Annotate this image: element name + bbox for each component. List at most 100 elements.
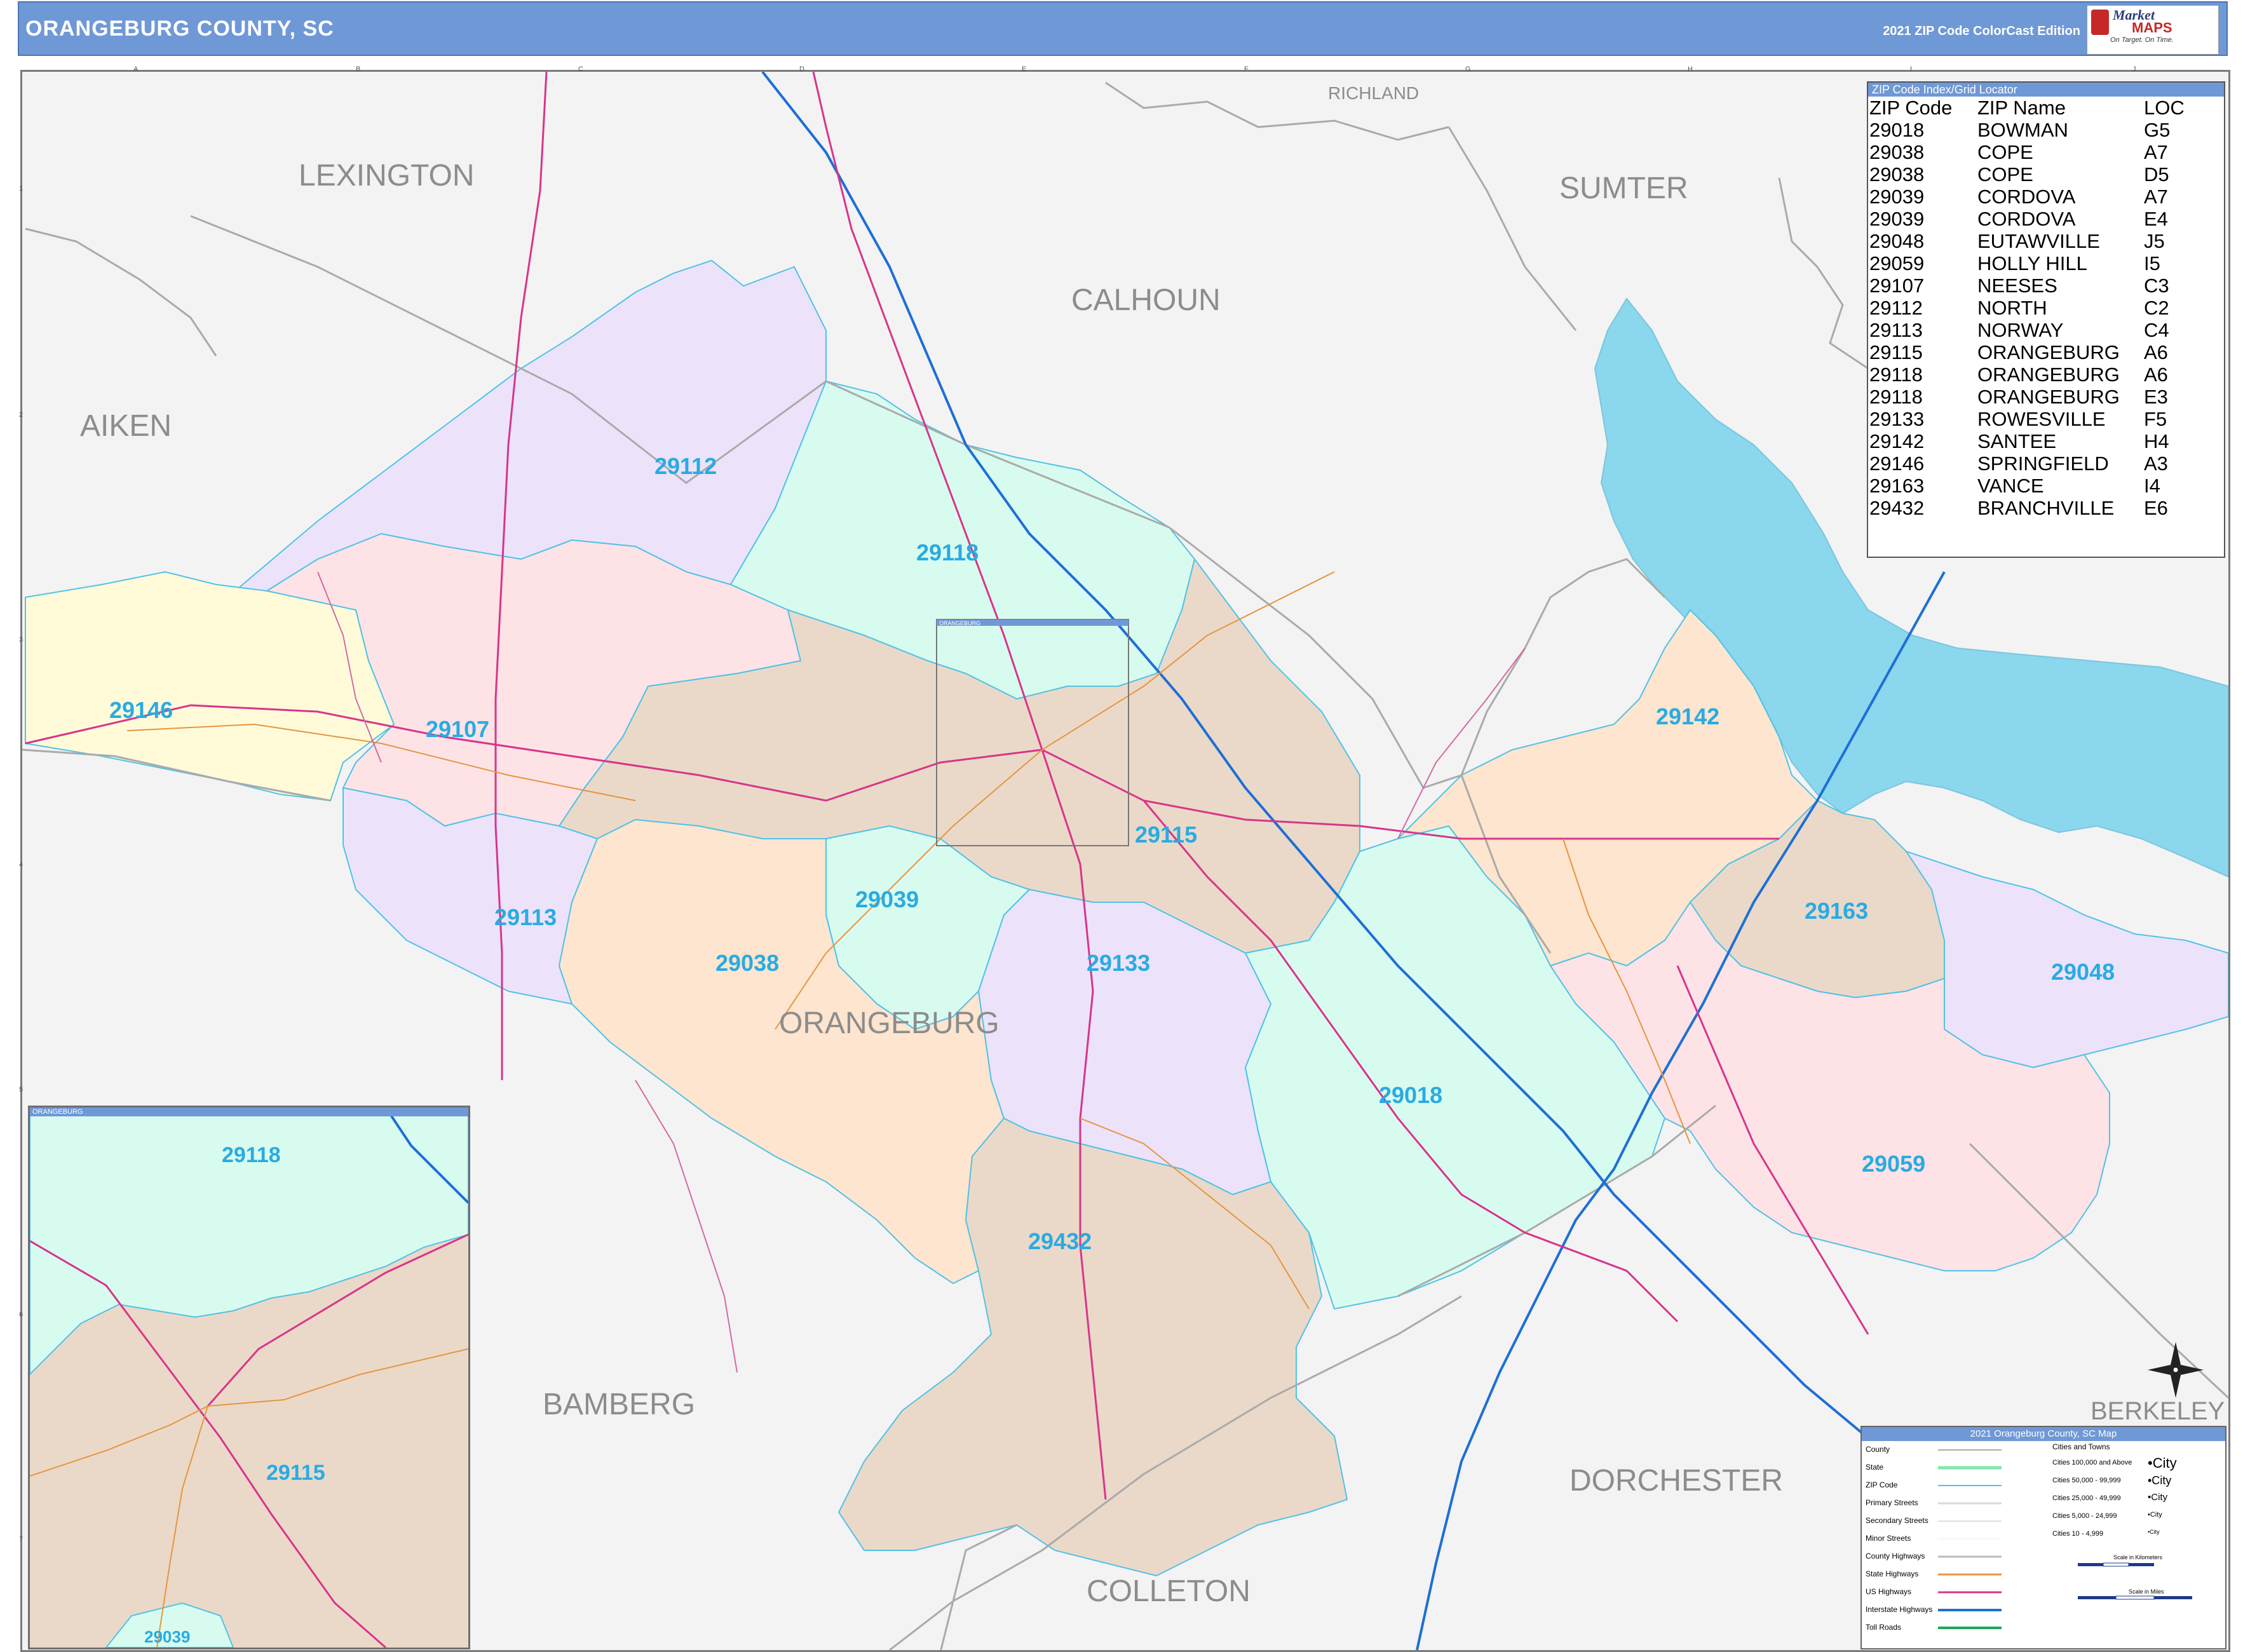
grid-col-g: G	[1465, 65, 1471, 73]
legend-city-sample: •City	[2148, 1474, 2172, 1487]
index-name: ORANGEBURG	[1977, 363, 2120, 386]
index-name: CORDOVA	[1977, 208, 2076, 230]
county-label-richland: RICHLAND	[1328, 83, 1419, 103]
zip-label-29115[interactable]: 29115	[1135, 822, 1197, 848]
legend-item-state-highways: State Highways	[1866, 1569, 1919, 1578]
grid-row-7: 7	[19, 1536, 23, 1543]
grid-column-labels: A B C D E F G H I J	[133, 65, 2136, 73]
index-name: EUTAWVILLE	[1977, 230, 2100, 252]
index-header-zip: ZIP Code	[1869, 97, 1953, 119]
zip-label-29038[interactable]: 29038	[715, 950, 779, 976]
legend-city-range: Cities 50,000 - 99,999	[2052, 1477, 2121, 1484]
zip-label-29146[interactable]: 29146	[109, 697, 173, 723]
index-name: BRANCHVILLE	[1977, 497, 2115, 519]
county-label-lexington: LEXINGTON	[299, 159, 475, 193]
zip-label-29107[interactable]: 29107	[426, 716, 489, 742]
index-loc: F5	[2144, 408, 2167, 430]
legend-item-secondary-streets: Secondary Streets	[1866, 1516, 1928, 1525]
inset-svg	[30, 1107, 468, 1648]
index-loc: I4	[2144, 475, 2160, 497]
index-loc: I5	[2144, 252, 2160, 274]
county-label-bamberg: BAMBERG	[543, 1388, 695, 1421]
legend-item-county-highways: County Highways	[1866, 1552, 1925, 1561]
index-zip: 29048	[1869, 230, 1925, 252]
legend-scale-mi: Scale in Miles	[2129, 1588, 2164, 1595]
legend-city-sample: •City	[2148, 1511, 2162, 1519]
index-name: COPE	[1977, 163, 2033, 186]
index-name: NORTH	[1977, 297, 2047, 319]
legend-city-sample: •City	[2148, 1455, 2177, 1471]
grid-row-labels: 1 2 3 4 5 6 7	[19, 185, 23, 1543]
inset-title: ORANGEBURG	[30, 1107, 468, 1116]
zip-label-29163[interactable]: 29163	[1805, 898, 1868, 924]
index-loc: A7	[2144, 141, 2168, 163]
zip-region-29112[interactable]	[233, 259, 827, 592]
grid-row-4: 4	[19, 861, 23, 869]
index-loc: E6	[2144, 497, 2168, 519]
orangeburg-inset-map[interactable]: ORANGEBURG 29118 29115 29039	[28, 1106, 470, 1649]
county-label-aiken: AIKEN	[80, 409, 172, 443]
index-name: SANTEE	[1977, 430, 2057, 452]
index-name: HOLLY HILL	[1977, 252, 2087, 274]
legend-city-range: Cities 5,000 - 24,999	[2052, 1512, 2117, 1520]
index-zip: 29133	[1869, 408, 1925, 430]
index-loc: C2	[2144, 297, 2169, 319]
index-loc: C3	[2144, 274, 2169, 297]
zip-label-29018[interactable]: 29018	[1379, 1082, 1442, 1108]
index-name: NORWAY	[1977, 319, 2064, 341]
inset-zip-label-29115[interactable]: 29115	[266, 1461, 325, 1486]
legend-city-sample: •City	[2148, 1492, 2168, 1503]
inset-zip-label-29118[interactable]: 29118	[222, 1143, 281, 1168]
grid-col-h: H	[1688, 65, 1693, 73]
table-row: 29118 ORANGEBURG E3	[1868, 386, 2224, 408]
county-label-sumter: SUMTER	[1559, 172, 1688, 205]
table-row: 29038 COPE A7	[1868, 141, 2224, 163]
index-name: ROWESVILLE	[1977, 408, 2106, 430]
zip-label-29048[interactable]: 29048	[2051, 959, 2115, 985]
table-row: 29059 HOLLY HILL I5	[1868, 252, 2224, 274]
zip-label-29113[interactable]: 29113	[494, 904, 557, 930]
zip-label-29059[interactable]: 29059	[1862, 1151, 1925, 1177]
index-zip: 29018	[1869, 119, 1925, 141]
table-row: 29146 SPRINGFIELD A3	[1868, 452, 2224, 475]
grid-col-j: J	[2132, 65, 2136, 73]
legend-title: 2021 Orangeburg County, SC Map	[1862, 1427, 2225, 1441]
zip-label-29133[interactable]: 29133	[1087, 950, 1150, 976]
legend-item-minor-streets: Minor Streets	[1866, 1534, 1911, 1543]
zip-label-29142[interactable]: 29142	[1656, 703, 1719, 729]
legend-scale-bars	[2078, 1562, 2192, 1600]
index-loc: D5	[2144, 163, 2169, 186]
county-label-calhoun: CALHOUN	[1071, 283, 1221, 317]
index-zip: 29038	[1869, 163, 1925, 186]
legend-city-sample: •City	[2148, 1529, 2160, 1535]
legend-cities-title: Cities and Towns	[2052, 1442, 2110, 1451]
legend-item-county: County	[1866, 1445, 1890, 1454]
table-row: 29039 CORDOVA E4	[1868, 208, 2224, 230]
zip-label-29118[interactable]: 29118	[916, 539, 979, 565]
legend-item-primary-streets: Primary Streets	[1866, 1498, 1918, 1507]
index-name: BOWMAN	[1977, 119, 2068, 141]
grid-col-a: A	[133, 65, 139, 73]
zip-label-29432[interactable]: 29432	[1028, 1228, 1092, 1254]
index-header-name: ZIP Name	[1977, 97, 2066, 119]
grid-row-1: 1	[19, 185, 23, 193]
index-zip: 29038	[1869, 141, 1925, 163]
compass-rose-icon	[2148, 1342, 2204, 1398]
table-row: 29115 ORANGEBURG A6	[1868, 341, 2224, 363]
legend-scale-km: Scale in Kilometers	[2113, 1554, 2163, 1561]
index-loc: A3	[2144, 452, 2168, 475]
index-zip: 29146	[1869, 452, 1925, 475]
zip-index-table: ZIP Code Index/Grid Locator ZIP Code ZIP…	[1867, 81, 2225, 558]
zip-label-29112[interactable]: 29112	[654, 453, 717, 479]
legend-city-range: Cities 10 - 4,999	[2052, 1530, 2104, 1538]
table-row: 29118 ORANGEBURG A6	[1868, 363, 2224, 386]
table-row: 29038 COPE D5	[1868, 163, 2224, 186]
index-header-loc: LOC	[2144, 97, 2185, 119]
legend-item-zip: ZIP Code	[1866, 1480, 1898, 1489]
grid-col-d: D	[799, 65, 804, 73]
inset-zip-label-29039[interactable]: 29039	[144, 1627, 190, 1647]
index-zip: 29432	[1869, 497, 1925, 519]
table-row: 29018 BOWMAN G5	[1868, 119, 2224, 141]
zip-label-29039[interactable]: 29039	[855, 886, 919, 912]
county-label-dorchester: DORCHESTER	[1569, 1464, 1783, 1498]
